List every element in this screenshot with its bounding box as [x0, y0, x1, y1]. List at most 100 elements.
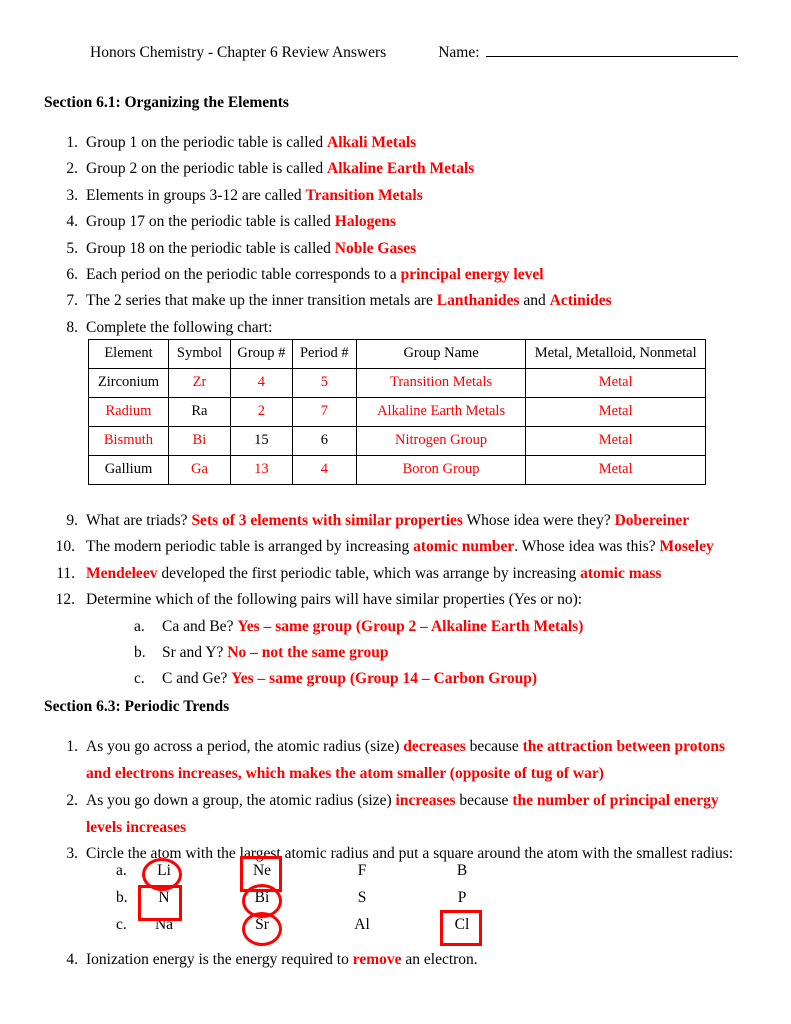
- column-header-group-name: Group Name: [355, 339, 527, 369]
- column-header-metal-type: Metal, Metalloid, Nonmetal: [525, 339, 706, 369]
- element-al[interactable]: Al: [340, 916, 384, 934]
- element-s[interactable]: S: [340, 889, 384, 907]
- item-text-cont: . Whose idea was this?: [514, 538, 660, 556]
- item-text-cont: and: [519, 292, 550, 310]
- item-answer: Mendeleev: [86, 564, 158, 582]
- item-answer: principal energy level: [400, 266, 544, 284]
- cell-period: 7: [291, 397, 357, 427]
- section-6-1-list: 1. Group 1 on the periodic table is calle…: [44, 130, 750, 341]
- item-number: 9.: [66, 512, 78, 529]
- list-item-12: 12. Determine which of the following pair…: [44, 587, 750, 693]
- item-text: Group 18 on the periodic table is called: [86, 239, 335, 257]
- trend-item-2: 2. As you go down a group, the atomic rad…: [44, 787, 750, 841]
- item-number: 2.: [66, 792, 78, 809]
- element-b[interactable]: B: [440, 862, 484, 880]
- item-text: Circle the atom with the largest atomic …: [86, 845, 734, 862]
- column-header-element: Element: [88, 339, 169, 369]
- item-text: As you go across a period, the atomic ra…: [86, 738, 404, 755]
- table-header-row: Element Symbol Group # Period # Group Na…: [88, 339, 706, 369]
- item-answer: Transition Metals: [305, 186, 423, 204]
- section-6-3-list: 1. As you go across a period, the atomic …: [44, 733, 750, 867]
- item-text: Determine which of the following pairs w…: [86, 591, 583, 609]
- item-text: developed the first periodic table, whic…: [157, 564, 581, 582]
- cell-group-name: Boron Group: [355, 455, 527, 485]
- item-answer-2: atomic mass: [580, 564, 662, 582]
- item-text-cont: an electron.: [401, 951, 478, 968]
- cell-metal-type: Metal: [525, 426, 706, 456]
- list-item-5: 5. Group 18 on the periodic table is call…: [44, 236, 750, 262]
- list-item-1: 1. Group 1 on the periodic table is calle…: [44, 130, 750, 156]
- sub-item-b: b. Sr and Y? No – not the same group: [134, 640, 750, 666]
- cell-symbol: Ga: [167, 455, 231, 485]
- item-number: 5.: [66, 239, 78, 257]
- item-answer: Alkali Metals: [327, 134, 417, 151]
- item-text: Group 2 on the periodic table is called: [86, 160, 328, 178]
- item-number: 4.: [66, 213, 78, 231]
- cell-symbol: Zr: [167, 368, 231, 398]
- sub-item-question: Sr and Y?: [162, 644, 228, 662]
- elements-chart-wrapper: Element Symbol Group # Period # Group Na…: [88, 339, 706, 485]
- item-number: 3.: [66, 186, 78, 204]
- item-text: Group 17 on the periodic table is called: [86, 213, 335, 231]
- element-cl[interactable]: Cl: [440, 916, 484, 934]
- item-text: As you go down a group, the atomic radiu…: [86, 792, 396, 809]
- section-6-3-list-final: 4. Ionization energy is the energy requir…: [44, 947, 750, 973]
- list-item-11: 11. Mendeleev developed the first periodi…: [44, 561, 750, 587]
- table-row: Bismuth Bi 15 6 Nitrogen Group Metal: [88, 426, 706, 456]
- name-field-block: Name:: [438, 44, 738, 62]
- cell-group: 2: [229, 397, 293, 427]
- item-text-cont: Whose idea were they?: [462, 512, 615, 529]
- table-row: Radium Ra 2 7 Alkaline Earth Metals Meta…: [88, 397, 706, 427]
- list-item-9: 9. What are triads? Sets of 3 elements w…: [44, 508, 750, 534]
- cell-symbol: Bi: [167, 426, 231, 456]
- item-answer: Halogens: [334, 213, 396, 231]
- item-number: 1.: [66, 738, 78, 755]
- list-item-8: 8. Complete the following chart:: [44, 315, 750, 341]
- element-p[interactable]: P: [440, 889, 484, 907]
- table-row: Zirconium Zr 4 5 Transition Metals Metal: [88, 368, 706, 398]
- item-answer: Noble Gases: [334, 239, 417, 257]
- cell-element: Gallium: [88, 455, 169, 485]
- item-number: 8.: [66, 318, 78, 336]
- sub-item-answer: Yes – same group (Group 14 – Carbon Grou…: [231, 670, 538, 688]
- document-header: Honors Chemistry - Chapter 6 Review Answ…: [90, 44, 738, 62]
- cell-element: Radium: [88, 397, 169, 427]
- list-item-7: 7. The 2 series that make up the inner t…: [44, 288, 750, 314]
- name-blank-line[interactable]: [485, 45, 738, 57]
- column-header-symbol: Symbol: [167, 339, 231, 369]
- section-heading-6-1: Section 6.1: Organizing the Elements: [44, 94, 289, 111]
- element-na[interactable]: Na: [142, 916, 186, 934]
- section-heading-6-3: Section 6.3: Periodic Trends: [44, 698, 230, 715]
- item-answer-2: Dobereiner: [614, 512, 690, 529]
- elements-chart: Element Symbol Group # Period # Group Na…: [88, 339, 706, 485]
- cell-period: 6: [291, 426, 357, 456]
- trend-item-4: 4. Ionization energy is the energy requir…: [44, 947, 750, 973]
- item-answer-2: Moseley: [659, 538, 714, 556]
- element-row-a: a. Li Ne F B: [44, 862, 750, 889]
- element-ne[interactable]: Ne: [240, 862, 284, 880]
- table-row: Gallium Ga 13 4 Boron Group Metal: [88, 455, 706, 485]
- element-sr[interactable]: Sr: [240, 916, 284, 934]
- item-answer-2: Actinides: [549, 292, 612, 310]
- cell-period: 5: [291, 368, 357, 398]
- item-answer: atomic number: [413, 538, 515, 556]
- element-f[interactable]: F: [340, 862, 384, 880]
- cell-group-name: Alkaline Earth Metals: [355, 397, 527, 427]
- element-bi[interactable]: Bi: [240, 889, 284, 907]
- item-text: Complete the following chart:: [86, 318, 273, 336]
- item-answer: Sets of 3 elements with similar properti…: [191, 512, 463, 529]
- element-n[interactable]: N: [142, 889, 186, 907]
- item-number: 6.: [66, 266, 78, 284]
- element-li[interactable]: Li: [142, 862, 186, 880]
- cell-element: Zirconium: [88, 368, 169, 398]
- cell-element: Bismuth: [88, 426, 169, 456]
- list-item-6: 6. Each period on the periodic table corr…: [44, 262, 750, 288]
- item-number: 12.: [55, 591, 75, 609]
- item-text: The modern periodic table is arranged by…: [86, 538, 414, 556]
- item-text: Each period on the periodic table corres…: [86, 266, 401, 284]
- item-answer: Lanthanides: [436, 292, 520, 310]
- page-title: Honors Chemistry - Chapter 6 Review Answ…: [90, 44, 387, 61]
- item-answer: increases: [395, 792, 456, 809]
- item-text: Elements in groups 3-12 are called: [86, 186, 306, 204]
- sub-item-answer: No – not the same group: [227, 644, 389, 662]
